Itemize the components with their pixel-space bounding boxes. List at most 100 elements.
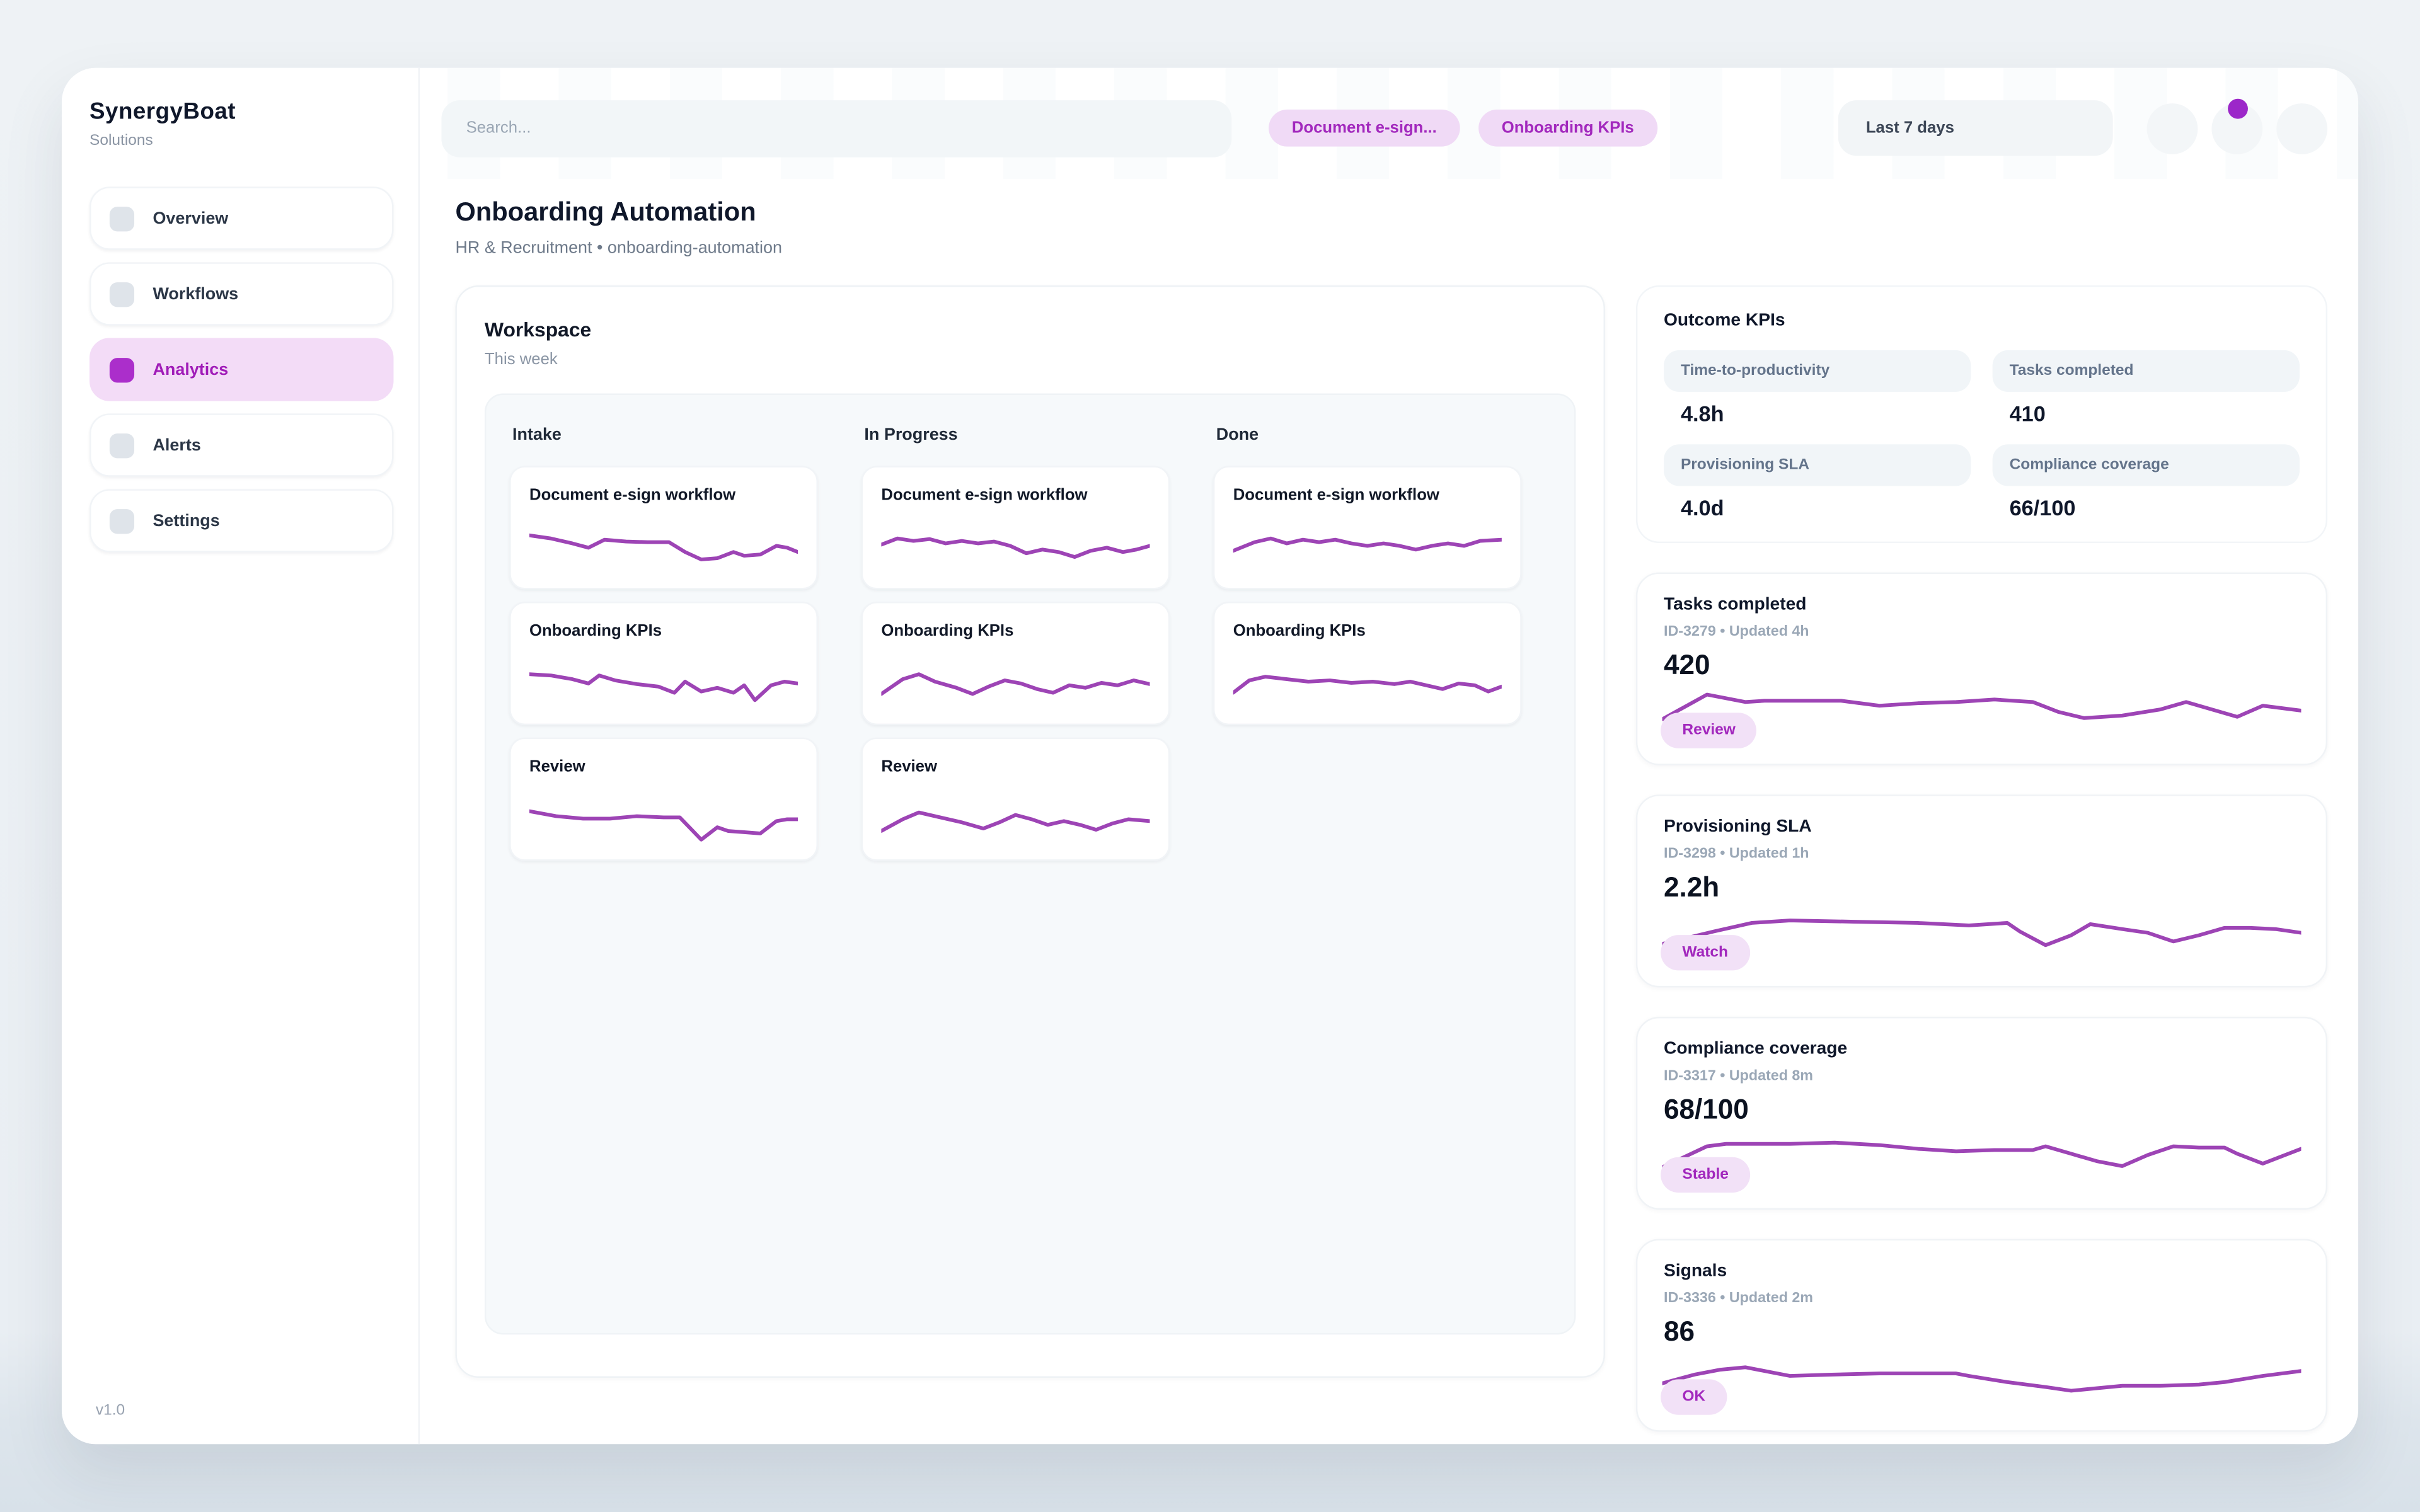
kanban-card-document-e-sign-workflow[interactable]: Document e-sign workflow bbox=[861, 466, 1170, 590]
kanban-card-document-e-sign-workflow[interactable]: Document e-sign workflow bbox=[1213, 466, 1522, 590]
kpi-label: Compliance coverage bbox=[1992, 444, 2300, 486]
metric-card-provisioning-sla[interactable]: Provisioning SLA ID-3298 • Updated 1h 2.2h… bbox=[1635, 794, 2328, 988]
sparkline-chart bbox=[1662, 671, 2302, 733]
kpi-stat-compliance-coverage: Compliance coverage 66/100 bbox=[1992, 444, 2300, 520]
app-background: SynergyBoat Solutions Overview Workflows A… bbox=[0, 0, 2420, 1512]
kpi-label: Tasks completed bbox=[1992, 350, 2300, 392]
page-title: Onboarding Automation bbox=[455, 197, 756, 227]
kanban-card-document-e-sign-workflow[interactable]: Document e-sign workflow bbox=[509, 466, 818, 590]
sparkline-chart bbox=[881, 786, 1150, 847]
search-input[interactable] bbox=[441, 99, 1232, 157]
metric-cards: Tasks completed ID-3279 • Updated 4h 420 Re… bbox=[1635, 572, 2328, 1432]
card-title: Document e-sign workflow bbox=[1233, 486, 1439, 505]
analytics-icon bbox=[109, 357, 135, 382]
sidebar: SynergyBoat Solutions Overview Workflows A… bbox=[61, 67, 420, 1445]
action-circle-1[interactable] bbox=[2146, 102, 2198, 154]
right-rail: Outcome KPIs Time-to-productivity 4.8h Tas… bbox=[1635, 285, 2328, 1432]
settings-icon bbox=[109, 508, 135, 534]
outcome-kpis-title: Outcome KPIs bbox=[1664, 311, 1785, 331]
kanban-card-onboarding-kpis[interactable]: Onboarding KPIs bbox=[861, 602, 1170, 726]
card-title: Onboarding KPIs bbox=[881, 621, 1014, 641]
metric-title: Tasks completed bbox=[1664, 595, 1807, 614]
metric-title: Signals bbox=[1664, 1262, 1727, 1281]
status-badge: OK bbox=[1661, 1379, 1727, 1415]
kanban-card-onboarding-kpis[interactable]: Onboarding KPIs bbox=[1213, 602, 1522, 726]
sidebar-nav: Overview Workflows Analytics Alerts Settings bbox=[89, 186, 394, 553]
kanban-column-in-progress: In Progress Document e-sign workflow Onboa… bbox=[861, 420, 1170, 1309]
workspace-subtitle: This week bbox=[484, 350, 558, 369]
topbar: Document e-sign... Onboarding KPIs Last 7… bbox=[441, 98, 2328, 158]
sparkline-chart bbox=[1233, 650, 1502, 711]
kpi-label: Time-to-productivity bbox=[1664, 350, 1971, 392]
topbar-actions bbox=[2146, 98, 2328, 154]
kpi-value: 4.0d bbox=[1680, 495, 1724, 520]
sidebar-item-workflows[interactable]: Workflows bbox=[89, 262, 394, 326]
sparkline-chart bbox=[529, 650, 798, 711]
overview-icon bbox=[109, 205, 135, 231]
metric-meta: ID-3336 • Updated 2m bbox=[1664, 1290, 1814, 1307]
sidebar-item-analytics[interactable]: Analytics bbox=[89, 338, 394, 401]
kpi-label: Provisioning SLA bbox=[1664, 444, 1971, 486]
workspace-title: Workspace bbox=[484, 318, 592, 341]
filter-chip-onboarding-kpis[interactable]: Onboarding KPIs bbox=[1478, 109, 1657, 147]
filter-chip-document-e-sign[interactable]: Document e-sign... bbox=[1269, 109, 1460, 147]
app-version: v1.0 bbox=[95, 1402, 125, 1420]
page-header: Onboarding Automation HR & Recruitment •… bbox=[441, 197, 2327, 258]
metric-meta: ID-3317 • Updated 8m bbox=[1664, 1067, 1814, 1085]
filter-chips: Document e-sign... Onboarding KPIs bbox=[1250, 109, 1657, 147]
kanban-card-onboarding-kpis[interactable]: Onboarding KPIs bbox=[509, 602, 818, 726]
brand-tagline: Solutions bbox=[89, 132, 153, 150]
date-range-button[interactable]: Last 7 days bbox=[1838, 100, 2113, 156]
kpi-stat-tasks-completed: Tasks completed 410 bbox=[1992, 350, 2300, 426]
column-title: Done bbox=[1216, 425, 1259, 445]
sidebar-item-alerts[interactable]: Alerts bbox=[89, 413, 394, 477]
sparkline-chart bbox=[1662, 1116, 2302, 1177]
kanban-card-review[interactable]: Review bbox=[509, 737, 818, 861]
action-circle-2[interactable] bbox=[2276, 102, 2328, 154]
status-badge: Stable bbox=[1661, 1157, 1751, 1193]
metric-title: Compliance coverage bbox=[1664, 1040, 1848, 1059]
kpi-value: 410 bbox=[2009, 401, 2046, 426]
sidebar-item-settings[interactable]: Settings bbox=[89, 489, 394, 553]
outcome-kpis-grid: Time-to-productivity 4.8h Tasks completed 4… bbox=[1664, 350, 2300, 520]
sparkline-chart bbox=[881, 514, 1150, 576]
sidebar-item-overview[interactable]: Overview bbox=[89, 186, 394, 250]
card-title: Review bbox=[881, 757, 937, 776]
kanban-card-review[interactable]: Review bbox=[861, 737, 1170, 861]
avatar[interactable] bbox=[2211, 98, 2263, 154]
kanban-column-done: Done Document e-sign workflow Onboarding K… bbox=[1213, 420, 1522, 1309]
metric-meta: ID-3279 • Updated 4h bbox=[1664, 623, 1809, 641]
kpi-value: 66/100 bbox=[2009, 495, 2076, 520]
content-row: Workspace This week Intake Document e-sig… bbox=[441, 285, 2328, 1432]
status-badge: Watch bbox=[1661, 935, 1750, 971]
sparkline-chart bbox=[1662, 1337, 2302, 1399]
sparkline-chart bbox=[1662, 893, 2302, 955]
sidebar-item-label: Workflows bbox=[153, 284, 239, 304]
card-title: Onboarding KPIs bbox=[529, 621, 662, 641]
metric-title: Provisioning SLA bbox=[1664, 817, 1812, 837]
outcome-kpis-panel: Outcome KPIs Time-to-productivity 4.8h Tas… bbox=[1635, 285, 2328, 544]
metric-card-compliance-coverage[interactable]: Compliance coverage ID-3317 • Updated 8m 6… bbox=[1635, 1016, 2328, 1210]
sparkline-chart bbox=[881, 650, 1150, 711]
sparkline-chart bbox=[1233, 514, 1502, 576]
brand-name: SynergyBoat bbox=[89, 98, 236, 125]
metric-card-tasks-completed[interactable]: Tasks completed ID-3279 • Updated 4h 420 Re… bbox=[1635, 572, 2328, 765]
card-title: Review bbox=[529, 757, 585, 776]
kanban-board: Intake Document e-sign workflow Onboarding… bbox=[484, 393, 1576, 1335]
kpi-value: 4.8h bbox=[1680, 401, 1724, 426]
metric-meta: ID-3298 • Updated 1h bbox=[1664, 845, 1809, 862]
app-window: SynergyBoat Solutions Overview Workflows A… bbox=[61, 67, 2359, 1445]
column-title: Intake bbox=[512, 425, 562, 445]
kpi-stat-provisioning-sla: Provisioning SLA 4.0d bbox=[1664, 444, 1971, 520]
workflows-icon bbox=[109, 281, 135, 307]
alerts-icon bbox=[109, 432, 135, 458]
kpi-stat-time-to-productivity: Time-to-productivity 4.8h bbox=[1664, 350, 1971, 426]
metric-card-signals[interactable]: Signals ID-3336 • Updated 2m 86 OK bbox=[1635, 1239, 2328, 1432]
column-title: In Progress bbox=[864, 425, 958, 445]
kanban-column-intake: Intake Document e-sign workflow Onboarding… bbox=[509, 420, 818, 1309]
breadcrumb: HR & Recruitment • onboarding-automation bbox=[455, 239, 782, 258]
card-title: Document e-sign workflow bbox=[529, 486, 736, 505]
workspace-panel: Workspace This week Intake Document e-sig… bbox=[455, 285, 1605, 1378]
notification-dot bbox=[2227, 98, 2247, 118]
